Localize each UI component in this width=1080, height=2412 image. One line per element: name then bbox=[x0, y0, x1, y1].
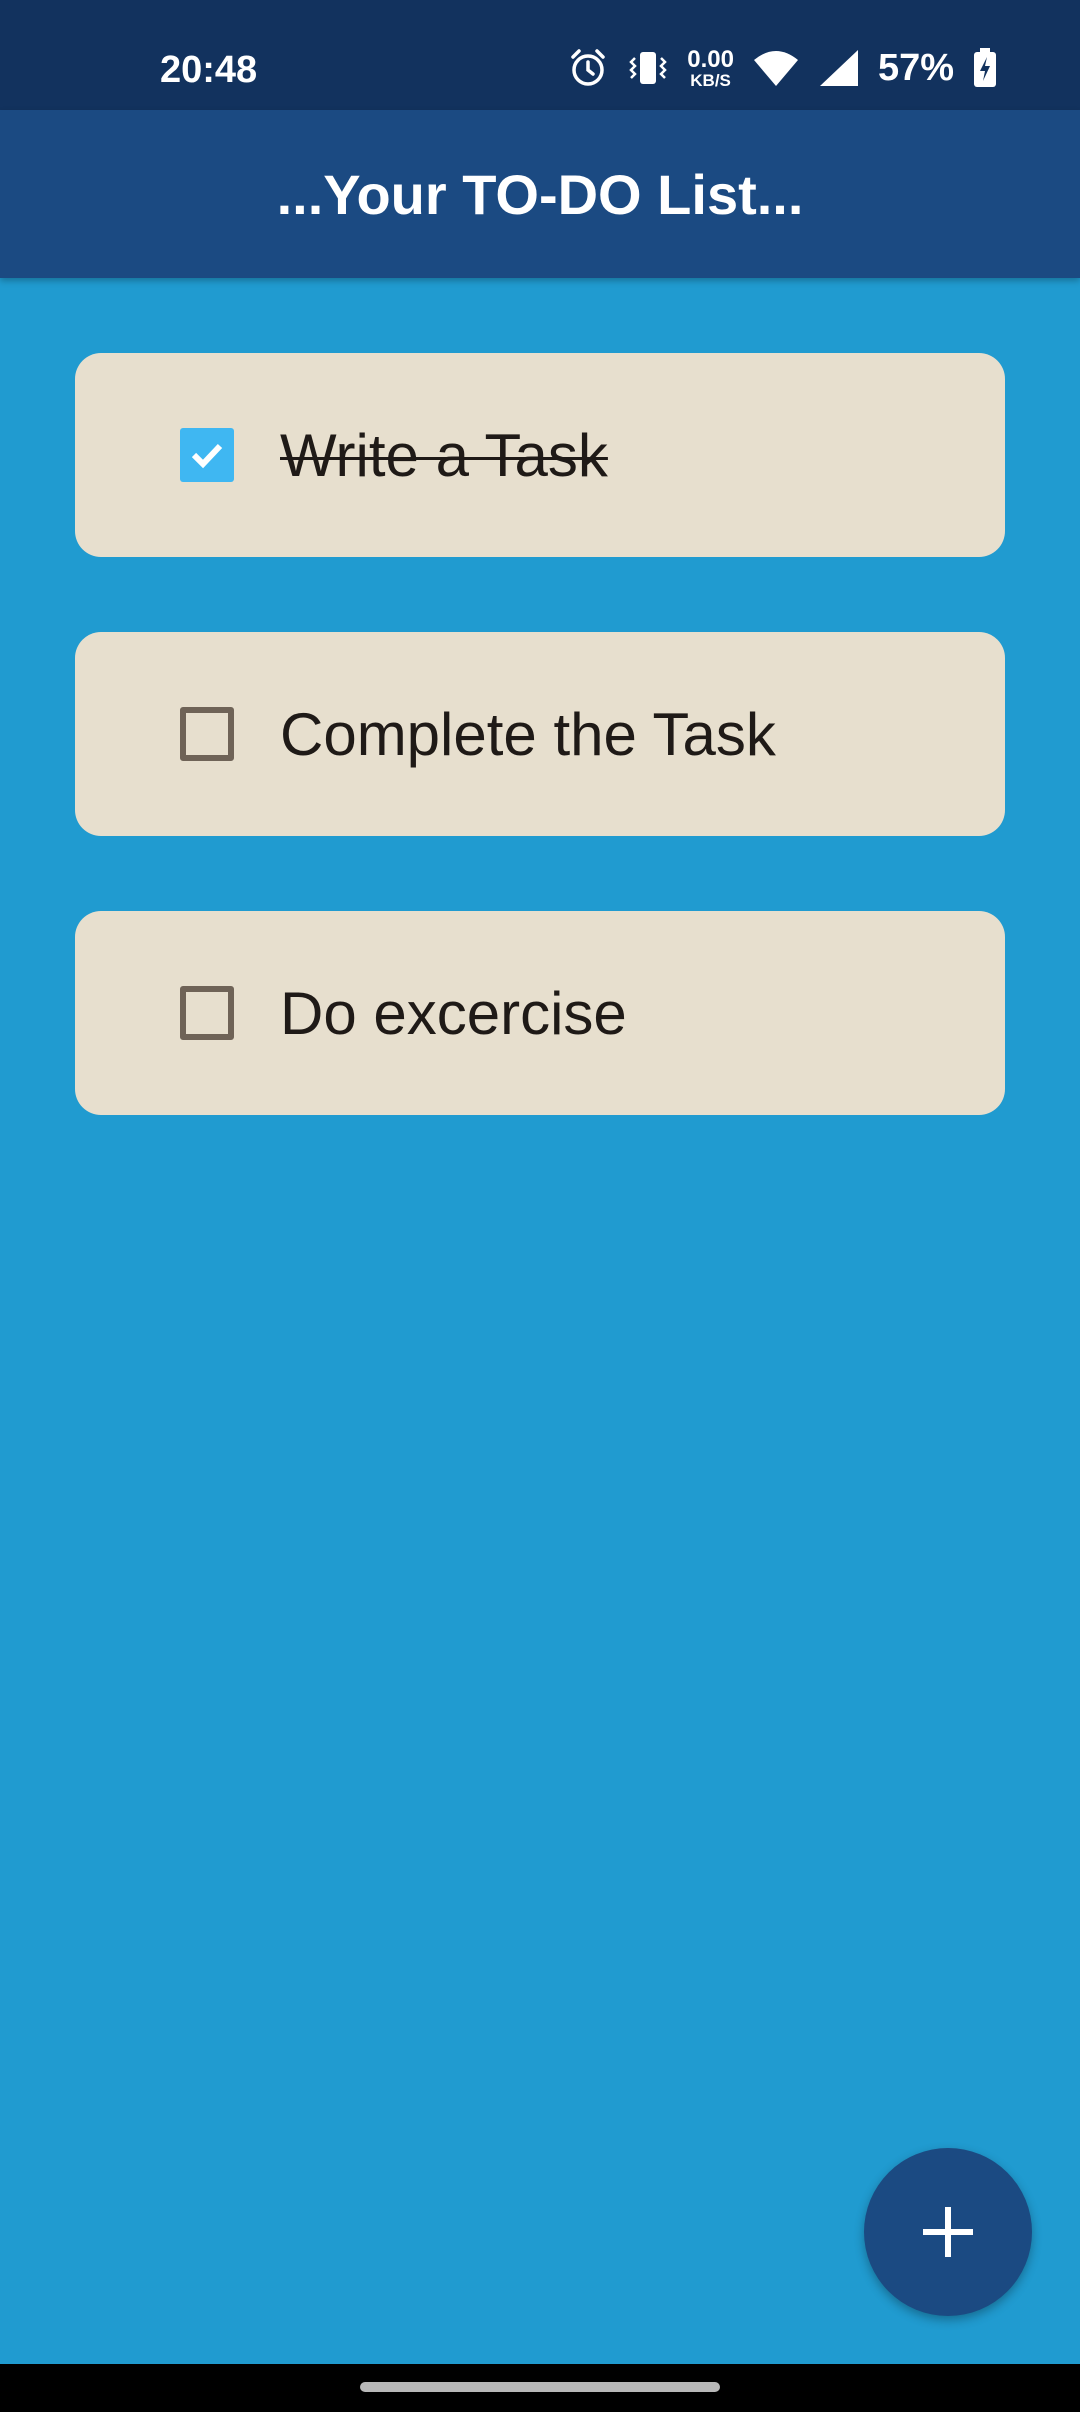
cell-signal-icon bbox=[818, 48, 860, 88]
task-card[interactable]: Write a Task bbox=[75, 353, 1005, 557]
vibrate-icon bbox=[627, 47, 669, 89]
battery-percentage: 57% bbox=[877, 46, 954, 89]
status-time: 20:48 bbox=[160, 49, 258, 91]
task-card[interactable]: Complete the Task bbox=[75, 632, 1005, 836]
alarm-icon bbox=[567, 47, 609, 89]
task-card[interactable]: Do excercise bbox=[75, 911, 1005, 1115]
task-checkbox[interactable] bbox=[180, 707, 234, 761]
task-label: Write a Task bbox=[280, 421, 608, 489]
home-gesture-handle[interactable] bbox=[360, 2382, 720, 2392]
task-label: Do excercise bbox=[280, 979, 627, 1047]
status-bar: 20:48 0.00 KB/S 57% bbox=[0, 0, 1080, 110]
add-task-button[interactable] bbox=[864, 2148, 1032, 2316]
navigation-bar bbox=[0, 2364, 1080, 2412]
net-speed-value: 0.00 bbox=[687, 45, 734, 73]
app-title: ...Your TO-DO List... bbox=[276, 162, 804, 226]
status-icons: 0.00 KB/S 57% bbox=[567, 46, 998, 90]
battery-charging-icon bbox=[972, 47, 998, 89]
wifi-icon bbox=[752, 48, 800, 88]
net-speed-unit: KB/S bbox=[690, 70, 731, 90]
plus-icon bbox=[923, 2207, 973, 2257]
check-icon bbox=[191, 443, 223, 469]
app-bar: ...Your TO-DO List... bbox=[0, 110, 1080, 278]
task-checkbox-checked[interactable] bbox=[180, 428, 234, 482]
task-list: Write a Task Complete the Task Do excerc… bbox=[75, 353, 1005, 1190]
task-label: Complete the Task bbox=[280, 700, 776, 768]
task-checkbox[interactable] bbox=[180, 986, 234, 1040]
net-speed-indicator: 0.00 KB/S bbox=[687, 45, 734, 90]
